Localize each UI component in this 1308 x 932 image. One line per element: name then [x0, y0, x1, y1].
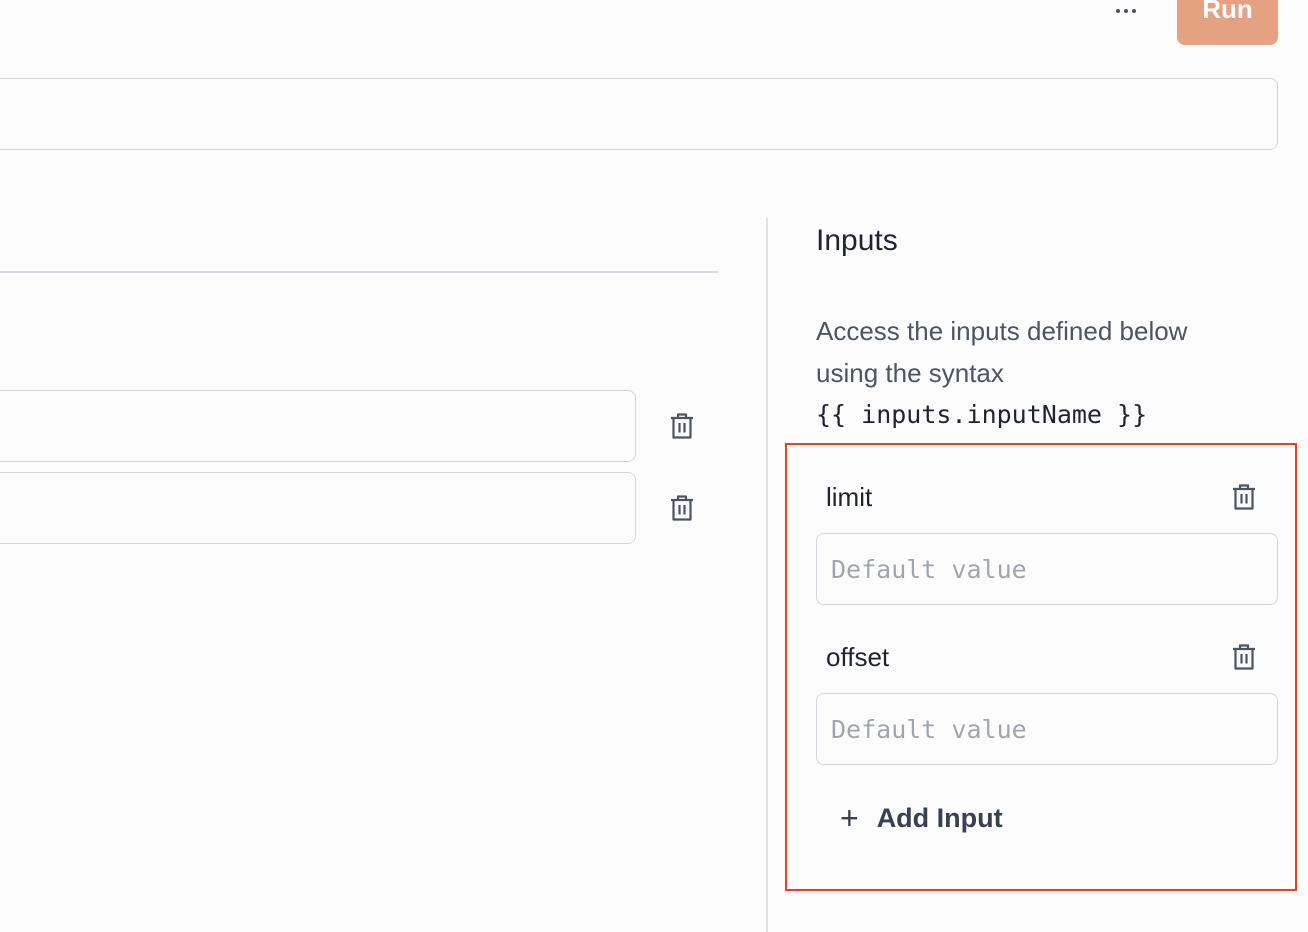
- inputs-description: Access the inputs defined below using th…: [816, 316, 1188, 388]
- input-name-label: offset: [826, 642, 890, 672]
- parameter-field[interactable]: [0, 390, 636, 462]
- query-field[interactable]: [0, 78, 1278, 150]
- panel-separator: [766, 218, 768, 932]
- run-button[interactable]: Run: [1177, 0, 1278, 45]
- input-name-label: limit: [826, 482, 873, 512]
- ellipsis-horizontal-icon: [1116, 9, 1120, 13]
- plus-icon: +: [840, 800, 859, 836]
- add-input-button[interactable]: + Add Input: [840, 796, 1003, 840]
- add-input-label: Add Input: [876, 802, 1003, 833]
- default-value-input[interactable]: [816, 693, 1278, 765]
- inputs-heading: Inputs: [816, 224, 898, 257]
- inputs-syntax-code: {{ inputs.inputName }}: [816, 400, 1148, 429]
- tab-divider: [0, 271, 718, 273]
- trash-icon: [671, 495, 693, 521]
- default-value-input[interactable]: [816, 533, 1278, 605]
- trash-icon: [1233, 484, 1255, 510]
- trash-icon: [671, 413, 693, 439]
- delete-parameter-button[interactable]: [668, 493, 696, 523]
- trash-icon: [1233, 644, 1255, 670]
- delete-input-button[interactable]: [1230, 642, 1258, 672]
- delete-parameter-button[interactable]: [668, 411, 696, 441]
- parameter-field[interactable]: [0, 472, 636, 544]
- more-options-button[interactable]: [1104, 0, 1148, 22]
- delete-input-button[interactable]: [1230, 482, 1258, 512]
